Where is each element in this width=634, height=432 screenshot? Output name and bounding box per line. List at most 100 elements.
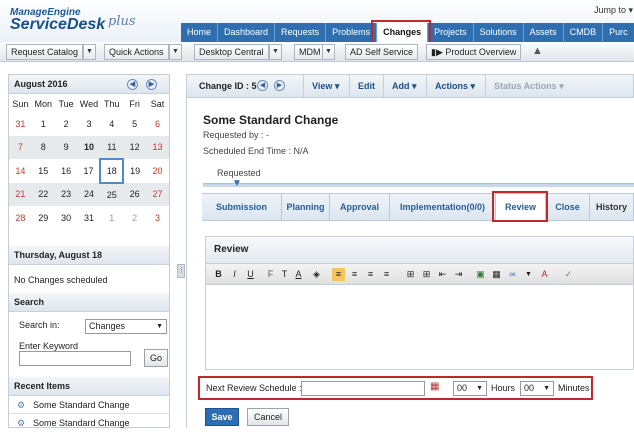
tab-purchase[interactable]: Purc	[603, 23, 634, 42]
calendar-day[interactable]: 11	[100, 136, 123, 160]
tab-assets[interactable]: Assets	[523, 23, 564, 42]
bold-icon[interactable]: B	[212, 268, 225, 281]
quick-actions-button[interactable]: Quick Actions	[104, 44, 169, 60]
next-month-icon[interactable]: ▶	[146, 79, 157, 90]
review-text-area[interactable]	[206, 285, 633, 367]
calendar-day[interactable]: 4	[100, 112, 123, 136]
calendar-day[interactable]: 6	[146, 112, 169, 136]
calendar-day[interactable]: 21	[9, 183, 32, 207]
calendar-day[interactable]: 5	[123, 112, 146, 136]
calendar-day[interactable]: 19	[123, 159, 146, 183]
keyword-input[interactable]	[19, 351, 131, 366]
justify-icon[interactable]: ≡	[380, 268, 393, 281]
calendar-day[interactable]: 12	[123, 136, 146, 160]
tab-approval[interactable]: Approval	[330, 194, 390, 221]
align-center-icon[interactable]: ≡	[348, 268, 361, 281]
calendar-day[interactable]: 16	[55, 159, 78, 183]
calendar-day[interactable]: 15	[32, 159, 55, 183]
font-color-icon[interactable]: A	[292, 268, 305, 281]
fill-color-icon[interactable]: ◈	[310, 268, 323, 281]
italic-icon[interactable]: I	[228, 268, 241, 281]
edit-button[interactable]: Edit	[349, 75, 383, 97]
bell-icon[interactable]: ▲	[532, 45, 543, 57]
actions-menu[interactable]: Actions ▾	[426, 75, 483, 97]
calendar-day[interactable]: 7	[9, 136, 32, 160]
calendar-day[interactable]: 23	[55, 183, 78, 207]
recent-item[interactable]: ⚙ Some Standard Change	[9, 396, 169, 414]
more-dropdown-icon[interactable]: ▼	[522, 268, 535, 281]
cancel-button[interactable]: Cancel	[247, 408, 289, 426]
desktop-central-dropdown[interactable]: ▼	[269, 44, 282, 60]
text-style-icon[interactable]: A	[538, 268, 551, 281]
calendar-day[interactable]: 31	[78, 206, 101, 230]
font-family-icon[interactable]: F	[264, 268, 277, 281]
calendar-day[interactable]: 8	[32, 136, 55, 160]
panel-collapse-handle[interactable]: ⋮	[177, 264, 185, 278]
calendar-day[interactable]: 30	[55, 206, 78, 230]
tab-home[interactable]: Home	[181, 23, 219, 42]
prev-change-icon[interactable]: ◀	[257, 80, 268, 91]
next-change-icon[interactable]: ▶	[274, 80, 285, 91]
tab-submission[interactable]: Submission	[202, 194, 282, 221]
calendar-day[interactable]: 29	[32, 206, 55, 230]
calendar-day[interactable]: 9	[55, 136, 78, 160]
calendar-day[interactable]: 20	[146, 159, 169, 183]
calendar-day[interactable]: 22	[32, 183, 55, 207]
search-in-select[interactable]: Changes ▼	[85, 319, 167, 334]
calendar-day[interactable]: 2	[55, 112, 78, 136]
font-size-icon[interactable]: T	[278, 268, 291, 281]
request-catalog-dropdown[interactable]: ▼	[83, 44, 96, 60]
bullet-list-icon[interactable]: ⊞	[420, 268, 433, 281]
add-menu[interactable]: Add ▾	[383, 75, 425, 97]
calendar-day[interactable]: 17	[78, 159, 101, 183]
prev-month-icon[interactable]: ◀	[127, 79, 138, 90]
calendar-day[interactable]: 1	[32, 112, 55, 136]
calendar-day[interactable]: 28	[9, 206, 32, 230]
indent-icon[interactable]: ⇥	[452, 268, 465, 281]
product-overview-button[interactable]: ▮▶ Product Overview	[426, 44, 522, 60]
calendar-day[interactable]: 31	[9, 112, 32, 136]
align-left-icon[interactable]: ≡	[332, 268, 345, 281]
tab-implementation[interactable]: Implementation(0/0)	[390, 194, 496, 221]
desktop-central-button[interactable]: Desktop Central	[194, 44, 269, 60]
tab-history[interactable]: History	[590, 194, 634, 221]
calendar-day[interactable]: 3	[146, 206, 169, 230]
request-catalog-button[interactable]: Request Catalog	[6, 44, 84, 60]
status-actions-menu[interactable]: Status Actions ▾	[485, 75, 572, 97]
recent-item[interactable]: ⚙ Some Standard Change	[9, 414, 169, 432]
tab-close[interactable]: Close	[546, 194, 590, 221]
tab-dashboard[interactable]: Dashboard	[218, 23, 276, 42]
save-button[interactable]: Save	[205, 408, 239, 426]
calendar-day[interactable]: 1	[100, 206, 123, 230]
view-menu[interactable]: View ▾	[303, 75, 347, 97]
calendar-day[interactable]: 3	[78, 112, 101, 136]
ad-self-service-button[interactable]: AD Self Service	[345, 44, 419, 60]
calendar-day[interactable]: 26	[123, 183, 146, 207]
align-right-icon[interactable]: ≡	[364, 268, 377, 281]
calendar-day-selected[interactable]: 18	[99, 158, 125, 184]
mdm-button[interactable]: MDM	[294, 44, 326, 60]
ordered-list-icon[interactable]: ⊞	[404, 268, 417, 281]
calendar-day[interactable]: 14	[9, 159, 32, 183]
calendar-day[interactable]: 24	[78, 183, 101, 207]
table-icon[interactable]: ▦	[490, 268, 503, 281]
tab-projects[interactable]: Projects	[428, 23, 474, 42]
mdm-dropdown[interactable]: ▼	[322, 44, 335, 60]
image-icon[interactable]: ▣	[474, 268, 487, 281]
link-icon[interactable]: ∞	[506, 268, 519, 281]
tab-solutions[interactable]: Solutions	[473, 23, 524, 42]
calendar-day[interactable]: 25	[100, 183, 123, 207]
tab-cmdb[interactable]: CMDB	[563, 23, 604, 42]
tab-requests[interactable]: Requests	[275, 23, 327, 42]
calendar-day[interactable]: 2	[123, 206, 146, 230]
tab-planning[interactable]: Planning	[282, 194, 330, 221]
calendar-day[interactable]: 27	[146, 183, 169, 207]
spellcheck-icon[interactable]: ✓	[562, 268, 575, 281]
quick-actions-dropdown[interactable]: ▼	[169, 44, 182, 60]
underline-icon[interactable]: U	[244, 268, 257, 281]
calendar-day[interactable]: 13	[146, 136, 169, 160]
go-button[interactable]: Go	[144, 349, 168, 367]
logo-product[interactable]: ServiceDesk	[10, 16, 105, 34]
calendar-day[interactable]: 10	[78, 136, 101, 160]
outdent-icon[interactable]: ⇤	[436, 268, 449, 281]
